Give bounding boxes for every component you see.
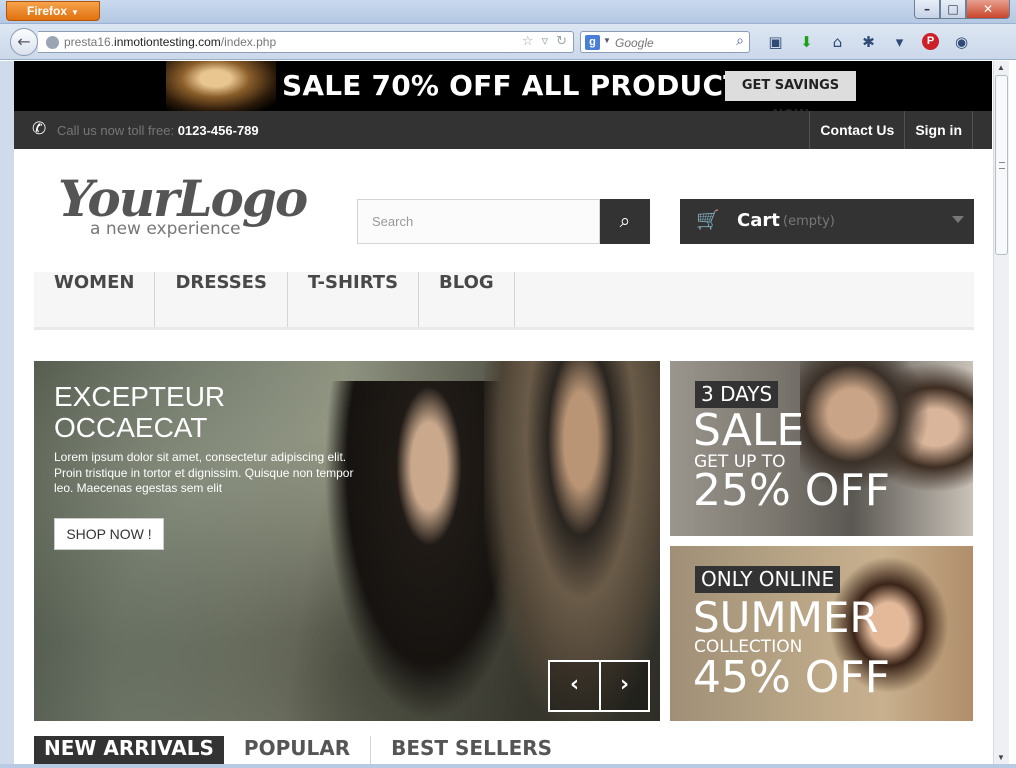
toolbar-icons: ▣ ⬇ ⌂ ✱ ▾ P ◉ <box>760 33 977 51</box>
address-bar[interactable]: presta16.inmotiontesting.com/index.php ☆… <box>38 31 574 53</box>
window-left-frame <box>0 61 14 764</box>
promo-text: SALE 70% OFF ALL PRODUCTS <box>282 69 763 102</box>
browser-title-bar: Firefox ▼ – □ ✕ <box>0 0 1016 24</box>
promo-model-image <box>166 61 276 111</box>
address-bar-icons: ☆ ▿ ↻ <box>522 34 567 49</box>
scrollbar-thumb[interactable] <box>995 75 1008 255</box>
color-picker-icon[interactable]: ◉ <box>946 33 977 51</box>
sign-in-link[interactable]: Sign in <box>904 111 973 149</box>
browser-search-box[interactable]: g ▼ Google ⌕ <box>580 31 750 53</box>
pinterest-icon[interactable]: P <box>922 33 939 50</box>
home-icon[interactable]: ⌂ <box>822 33 853 51</box>
site-identity-icon[interactable] <box>46 36 59 49</box>
search-icon: ⌕ <box>619 210 631 232</box>
slide-description: Lorem ipsum dolor sit amet, consectetur … <box>54 450 354 495</box>
bookmarks-icon[interactable]: ▣ <box>760 33 791 51</box>
browser-navigation-bar: ← presta16.inmotiontesting.com/index.php… <box>0 24 1016 60</box>
tab-new-arrivals[interactable]: NEW ARRIVALS <box>34 736 224 764</box>
minimize-button[interactable]: – <box>914 0 940 19</box>
window-bottom-frame <box>0 764 1016 768</box>
cart-label: Cart <box>737 210 780 231</box>
product-search-input[interactable]: Search <box>357 199 600 244</box>
addon-icon[interactable]: ✱ <box>853 33 884 51</box>
reload-icon[interactable]: ↻ <box>556 34 567 49</box>
web-page: SALE 70% OFF ALL PRODUCTS GET SAVINGS NO… <box>14 61 992 764</box>
grip-icon <box>999 162 1005 169</box>
addon-dropdown-icon[interactable]: ▾ <box>884 33 915 51</box>
maximize-button[interactable]: □ <box>940 0 966 19</box>
homepage-slider[interactable]: EXCEPTEUR OCCAECAT Lorem ipsum dolor sit … <box>34 361 660 721</box>
menu-item-blog[interactable]: BLOG <box>419 272 515 327</box>
banner-tag: 3 DAYS <box>695 381 779 408</box>
menu-item-dresses[interactable]: DRESSES <box>155 272 288 327</box>
close-window-button[interactable]: ✕ <box>966 0 1010 19</box>
scroll-down-icon[interactable]: ▼ <box>997 753 1005 762</box>
back-button[interactable]: ← <box>10 28 38 56</box>
tab-best-sellers[interactable]: BEST SELLERS <box>370 736 562 764</box>
history-dropdown-icon[interactable]: ▿ <box>542 34 549 49</box>
logo-tagline: a new experience <box>90 219 241 239</box>
bookmark-star-icon[interactable]: ☆ <box>522 34 534 49</box>
banner-headline: SUMMER <box>693 593 879 642</box>
search-engine-placeholder: Google <box>615 36 654 50</box>
site-logo[interactable]: YourLogo a new experience <box>54 169 308 244</box>
cart-icon: 🛒 <box>696 209 720 231</box>
cart-block[interactable]: 🛒 Cart (empty) <box>680 199 974 244</box>
menu-item-t-shirts[interactable]: T-SHIRTS <box>288 272 420 327</box>
firefox-menu-button[interactable]: Firefox ▼ <box>6 1 100 21</box>
vertical-scrollbar[interactable]: ▲ ▼ <box>993 61 1009 764</box>
get-savings-button[interactable]: GET SAVINGS NOW <box>725 71 856 123</box>
phone-number: 0123-456-789 <box>177 123 259 138</box>
slider-prev-button[interactable]: ‹ <box>550 662 599 710</box>
phone-icon: ✆ <box>32 119 47 139</box>
back-arrow-icon: ← <box>17 32 31 51</box>
main-menu: WOMEN DRESSES T-SHIRTS BLOG <box>34 272 974 330</box>
slider-next-button[interactable]: › <box>599 662 648 710</box>
slider-controls: ‹ › <box>548 660 650 712</box>
engine-dropdown-icon[interactable]: ▼ <box>603 36 611 45</box>
shop-now-button[interactable]: SHOP NOW ! <box>54 518 164 550</box>
download-icon[interactable]: ⬇ <box>791 33 822 51</box>
call-us-text: Call us now toll free: 0123-456-789 <box>57 123 259 138</box>
tab-popular[interactable]: POPULAR <box>234 736 360 764</box>
banner-discount: 45% OFF <box>693 652 891 703</box>
banner-discount: 25% OFF <box>693 465 891 516</box>
search-icon[interactable]: ⌕ <box>736 33 744 49</box>
banner-headline: SALE <box>693 405 805 456</box>
sale-banner-3-days[interactable]: 3 DAYS SALE GET UP TO 25% OFF <box>670 361 973 536</box>
menu-item-women[interactable]: WOMEN <box>34 272 156 327</box>
top-info-bar: ✆ Call us now toll free: 0123-456-789 Co… <box>14 111 992 149</box>
cart-status: (empty) <box>783 214 835 229</box>
url-text: presta16.inmotiontesting.com/index.php <box>64 35 277 49</box>
slide-title: EXCEPTEUR OCCAECAT <box>54 381 226 443</box>
summer-collection-banner[interactable]: ONLY ONLINE SUMMER COLLECTION 45% OFF <box>670 546 973 721</box>
scroll-up-icon[interactable]: ▲ <box>997 63 1005 72</box>
promo-banner[interactable]: SALE 70% OFF ALL PRODUCTS GET SAVINGS NO… <box>14 61 992 123</box>
google-engine-icon[interactable]: g <box>585 35 600 50</box>
cart-dropdown-icon[interactable] <box>952 216 964 223</box>
account-links: Contact Us Sign in <box>809 111 973 149</box>
contact-us-link[interactable]: Contact Us <box>809 111 904 149</box>
product-tabs: NEW ARRIVALS POPULAR BEST SELLERS <box>34 736 974 764</box>
search-button[interactable]: ⌕ <box>600 199 650 244</box>
banner-tag: ONLY ONLINE <box>695 566 841 593</box>
window-controls: – □ ✕ <box>914 0 1010 20</box>
dropdown-arrow-icon: ▼ <box>71 8 79 17</box>
